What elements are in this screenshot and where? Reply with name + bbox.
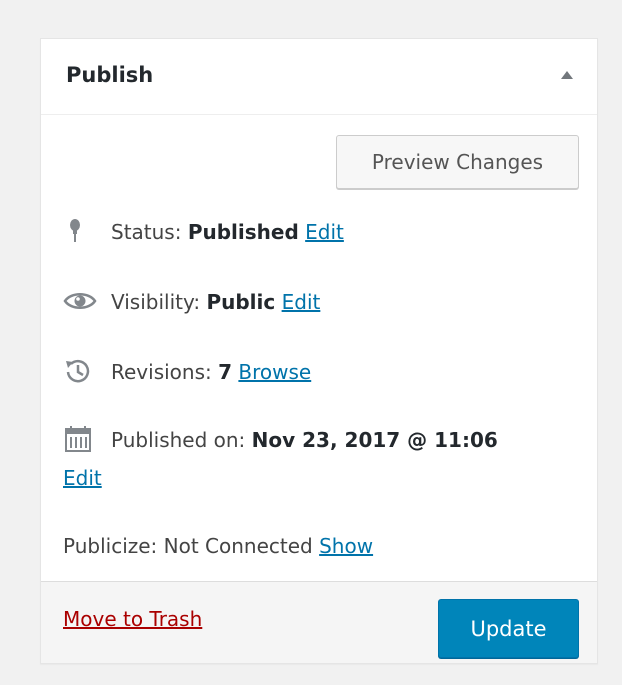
visibility-row: Visibility: Public Edit xyxy=(63,287,320,319)
publish-box-body: Preview Changes Status: Published Edit V… xyxy=(41,115,597,583)
published-edit-row: Edit xyxy=(63,463,102,493)
show-publicize-link[interactable]: Show xyxy=(319,534,373,558)
published-on-row: Published on: Nov 23, 2017 @ 11:06 xyxy=(63,425,498,457)
preview-changes-button[interactable]: Preview Changes xyxy=(336,135,579,189)
status-value: Published xyxy=(187,220,299,244)
update-button[interactable]: Update xyxy=(438,599,579,658)
status-row: Status: Published Edit xyxy=(63,217,344,249)
browse-revisions-link[interactable]: Browse xyxy=(238,360,311,384)
collapse-arrow-icon[interactable] xyxy=(561,71,573,79)
move-to-trash-link[interactable]: Move to Trash xyxy=(63,607,202,631)
publish-box: Publish Preview Changes Status: Publishe… xyxy=(40,38,598,664)
edit-published-date-link[interactable]: Edit xyxy=(63,466,102,490)
calendar-icon xyxy=(63,424,93,454)
edit-status-link[interactable]: Edit xyxy=(305,220,344,244)
eye-icon xyxy=(63,286,97,316)
publishing-actions: Move to Trash Update xyxy=(41,581,597,663)
edit-visibility-link[interactable]: Edit xyxy=(282,290,321,314)
visibility-label: Visibility: xyxy=(111,290,201,314)
revisions-row: Revisions: 7 Browse xyxy=(63,357,311,389)
publicize-label: Publicize: Not Connected xyxy=(63,534,313,558)
history-icon xyxy=(63,356,93,386)
published-on-value: Nov 23, 2017 @ 11:06 xyxy=(251,428,498,452)
pin-icon xyxy=(63,216,93,246)
published-on-label: Published on: xyxy=(111,428,246,452)
revisions-label: Revisions: xyxy=(111,360,212,384)
publish-box-header[interactable]: Publish xyxy=(41,39,597,115)
publicize-row: Publicize: Not Connected Show xyxy=(63,531,373,561)
revisions-count: 7 xyxy=(218,360,233,384)
visibility-value: Public xyxy=(206,290,276,314)
publish-box-title: Publish xyxy=(66,63,154,87)
status-label: Status: xyxy=(111,220,182,244)
